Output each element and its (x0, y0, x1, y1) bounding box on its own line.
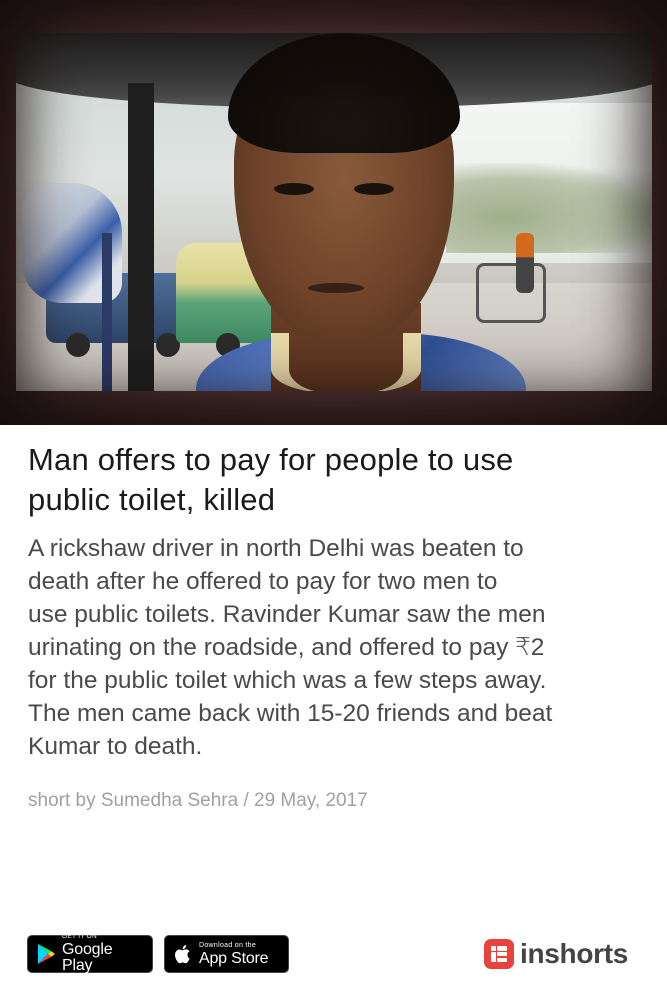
brand-name: inshorts (520, 938, 629, 969)
headline-line: public toilet, killed (28, 482, 276, 517)
body-line: death after he offered to pay for two me… (28, 568, 498, 595)
badge-big-text: App Store (199, 949, 269, 967)
google-play-badge[interactable]: GET IT ON Google Play (27, 932, 153, 975)
article-photo (16, 33, 652, 391)
body-line: urinating on the roadside, and offered t… (28, 634, 545, 661)
apple-icon (175, 945, 190, 964)
article-headline[interactable]: Man offers to pay for people to use publ… (28, 440, 628, 520)
inshorts-brand[interactable]: inshorts (484, 936, 628, 972)
article-body: A rickshaw driver in north Delhi was bea… (28, 532, 643, 763)
body-line: A rickshaw driver in north Delhi was bea… (28, 535, 524, 562)
play-triangle-icon (38, 944, 55, 964)
badge-small-text: Download on the (199, 941, 257, 949)
body-line: Kumar to death. (28, 733, 203, 760)
body-line: for the public toilet which was a few st… (28, 667, 547, 694)
badge-big-text: Google Play (62, 941, 113, 975)
app-store-badge[interactable]: Download on the App Store (164, 935, 289, 973)
article-byline: short by Sumedha Sehra / 29 May, 2017 (28, 790, 368, 811)
headline-line: Man offers to pay for people to use (28, 442, 514, 477)
body-line: The men came back with 15-20 friends and… (28, 700, 553, 727)
badge-small-text: GET IT ON (62, 932, 97, 940)
body-line: use public toilets. Ravinder Kumar saw t… (28, 601, 546, 628)
article-image (0, 0, 667, 425)
inshorts-logo-icon (484, 939, 514, 969)
